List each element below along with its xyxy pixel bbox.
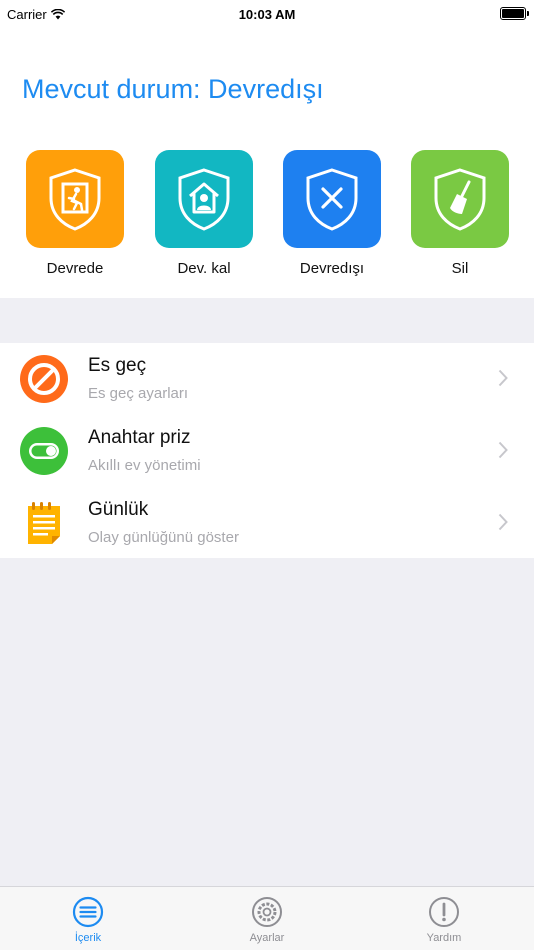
- status-bar: Carrier 10:03 AM: [0, 0, 534, 30]
- chevron-right-icon: [498, 513, 508, 531]
- battery-icon: [500, 7, 529, 20]
- menu-item-smart-plug[interactable]: Anahtar priz Akıllı ev yönetimi: [0, 415, 534, 487]
- prohibited-icon: [19, 354, 69, 404]
- menu-subtitle: Olay günlüğünü göster: [88, 529, 239, 546]
- menu-subtitle: Akıllı ev yönetimi: [88, 457, 201, 474]
- menu-item-bypass[interactable]: Es geç Es geç ayarları: [0, 343, 534, 415]
- disarm-button[interactable]: Devredışı: [283, 150, 381, 277]
- menu-list: Es geç Es geç ayarları Anahtar priz Akıl…: [0, 343, 534, 558]
- menu-title: Anahtar priz: [88, 427, 191, 448]
- menu-title: Es geç: [88, 355, 147, 376]
- tab-help[interactable]: Yardım: [384, 887, 504, 950]
- list-icon: [72, 896, 104, 928]
- menu-subtitle: Es geç ayarları: [88, 385, 189, 402]
- tab-content[interactable]: İçerik: [28, 887, 148, 950]
- disarm-label: Devredışı: [299, 260, 365, 277]
- stay-arm-label: Dev. kal: [177, 260, 231, 277]
- shield-home-icon: [155, 150, 253, 248]
- shield-broom-icon: [411, 150, 509, 248]
- shield-x-icon: [283, 150, 381, 248]
- exclamation-icon: [429, 897, 459, 927]
- page-title: Mevcut durum: Devredışı: [22, 74, 324, 104]
- gear-icon: [252, 897, 282, 927]
- tab-bar: İçerik Ayarlar Yardım: [0, 886, 534, 950]
- arm-button[interactable]: Devrede: [26, 150, 124, 277]
- status-time: 10:03 AM: [238, 7, 296, 22]
- menu-item-log[interactable]: Günlük Olay günlüğünü göster: [0, 487, 534, 559]
- menu-title: Günlük: [88, 499, 149, 520]
- toggle-switch-icon: [19, 426, 69, 476]
- clear-label: Sil: [451, 260, 469, 277]
- chevron-right-icon: [498, 369, 508, 387]
- notepad-icon: [19, 498, 69, 548]
- chevron-right-icon: [498, 441, 508, 459]
- tab-label: Ayarlar: [249, 932, 285, 944]
- arm-label: Devrede: [46, 260, 104, 277]
- status-panel: Mevcut durum: Devredışı Devrede Dev. kal: [0, 30, 534, 298]
- tab-label: Yardım: [426, 932, 462, 944]
- shield-exit-icon: [26, 150, 124, 248]
- clear-button[interactable]: Sil: [411, 150, 509, 277]
- stay-arm-button[interactable]: Dev. kal: [155, 150, 253, 277]
- tab-label: İçerik: [74, 932, 102, 944]
- tab-settings[interactable]: Ayarlar: [207, 887, 327, 950]
